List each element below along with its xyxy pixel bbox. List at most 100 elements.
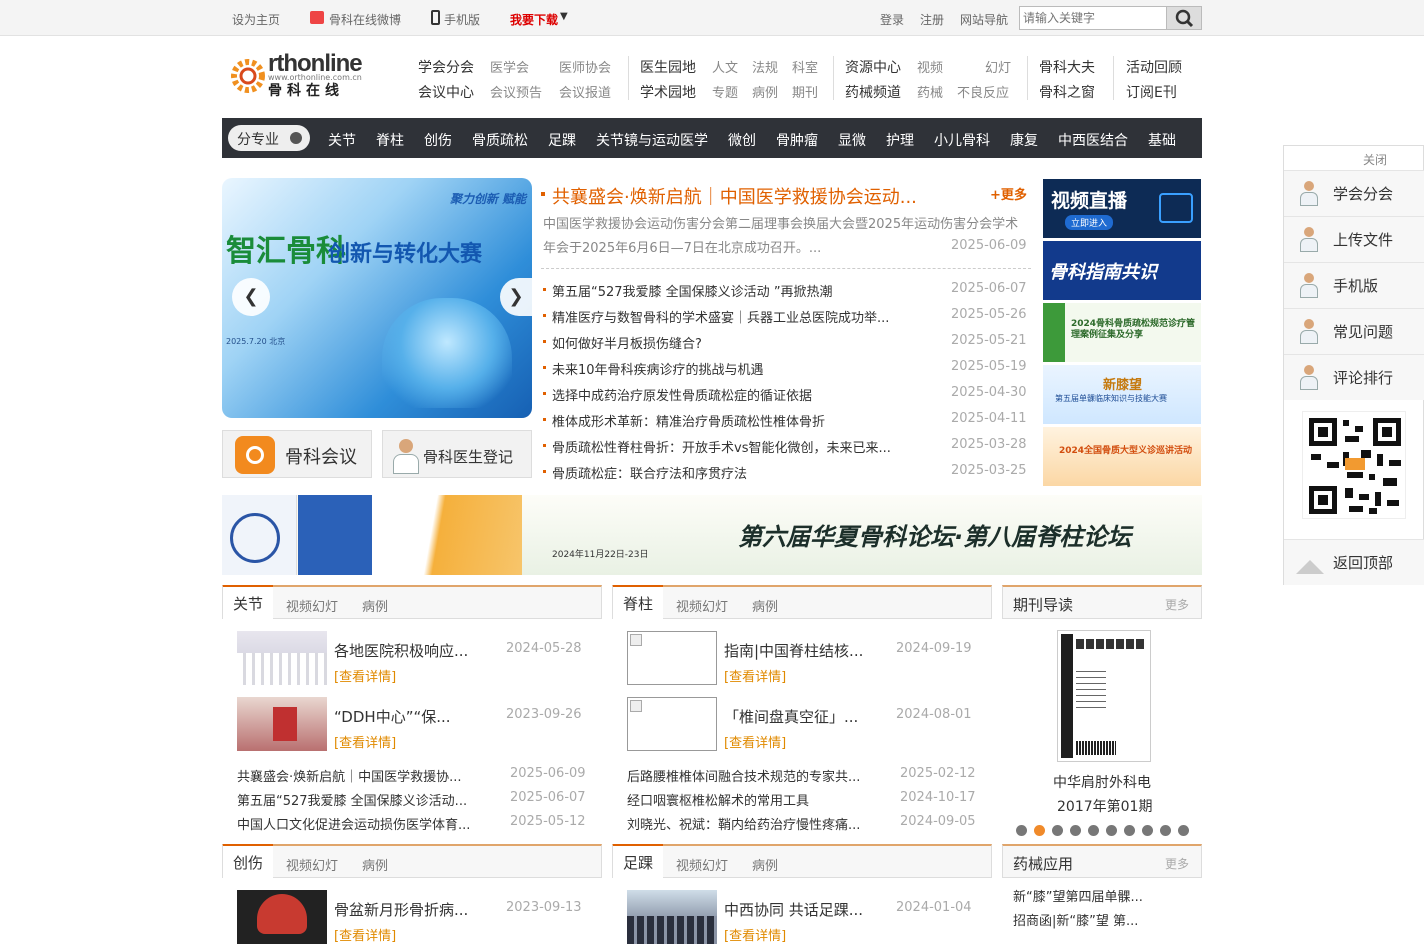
category-item[interactable]: 中西医结合 bbox=[1058, 130, 1128, 150]
spine-feature-title[interactable]: 「椎间盘真空征」... bbox=[724, 706, 858, 727]
view-details-link[interactable]: [查看详情] bbox=[334, 732, 396, 751]
category-item[interactable]: 基础 bbox=[1148, 130, 1176, 150]
news-item[interactable]: 未来10年骨科疾病诊疗的挑战与机遇 bbox=[543, 359, 764, 378]
category-item[interactable]: 小儿骨科 bbox=[934, 130, 990, 150]
pagination-dot[interactable] bbox=[1106, 825, 1117, 836]
trauma-feature-image[interactable] bbox=[237, 890, 327, 944]
nav-conf-preview[interactable]: 会议预告 bbox=[490, 82, 542, 101]
category-item[interactable]: 微创 bbox=[728, 130, 756, 150]
nav-devices[interactable]: 药械 bbox=[917, 82, 943, 101]
news-item[interactable]: 如何做好半月板损伤缝合? bbox=[543, 333, 702, 352]
category-item[interactable]: 脊柱 bbox=[376, 130, 404, 150]
joint-feature-title[interactable]: “DDH中心”“保... bbox=[334, 706, 451, 727]
joint-feature-image[interactable] bbox=[237, 697, 327, 751]
pagination-dot[interactable] bbox=[1016, 825, 1027, 836]
news-item[interactable]: 选择中成药治疗原发性骨质疏松症的循证依据 bbox=[542, 385, 812, 404]
tab-spine-cases[interactable]: 病例 bbox=[752, 596, 778, 615]
category-item[interactable]: 关节镜与运动医学 bbox=[596, 130, 708, 150]
device-list-item[interactable]: 招商函|新“膝”望 第... bbox=[1013, 910, 1138, 929]
video-live-ad[interactable]: 视频直播 立即进入 bbox=[1043, 179, 1201, 238]
journal-cover[interactable] bbox=[1057, 630, 1151, 762]
sidebar-item-upload[interactable]: 上传文件 bbox=[1284, 216, 1424, 262]
clinic-tour-ad[interactable]: 2024全国骨质大型义诊巡讲活动 bbox=[1043, 427, 1201, 486]
specialty-dropdown[interactable]: 分专业 bbox=[228, 125, 310, 151]
tab-foot-video[interactable]: 视频幻灯 bbox=[676, 855, 728, 874]
video-live-button[interactable]: 立即进入 bbox=[1065, 215, 1114, 230]
news-item[interactable]: 第五届“527我爱膝 全国保膝义诊活动 ”再掀热潮 bbox=[543, 281, 833, 300]
pagination-dot[interactable] bbox=[1160, 825, 1171, 836]
nav-cases[interactable]: 病例 bbox=[752, 82, 778, 101]
tab-foot-cases[interactable]: 病例 bbox=[752, 855, 778, 874]
download-link[interactable]: 我要下载 bbox=[510, 11, 558, 28]
carousel-next-button[interactable]: ❯ bbox=[500, 278, 532, 316]
set-homepage-link[interactable]: 设为主页 bbox=[232, 11, 280, 28]
ortho-conference-button[interactable]: 骨科会议 bbox=[222, 430, 372, 478]
joint-list-item[interactable]: 第五届“527我爱膝 全国保膝义诊活动... bbox=[237, 790, 467, 809]
mobile-link[interactable]: 手机版 bbox=[444, 11, 480, 28]
headline-title[interactable]: 共襄盛会·焕新启航｜中国医学救援协会运动... bbox=[552, 183, 917, 209]
category-item[interactable]: 显微 bbox=[838, 130, 866, 150]
nav-journals[interactable]: 期刊 bbox=[792, 82, 818, 101]
pagination-dot[interactable] bbox=[1070, 825, 1081, 836]
tab-trauma-cases[interactable]: 病例 bbox=[362, 855, 388, 874]
news-item[interactable]: 精准医疗与数智骨科的学术盛宴｜兵器工业总医院成功举... bbox=[542, 307, 889, 326]
sidebar-item-society[interactable]: 学会分会 bbox=[1284, 170, 1424, 216]
nav-department[interactable]: 科室 bbox=[792, 57, 818, 76]
nav-adverse-reactions[interactable]: 不良反应 bbox=[957, 82, 1009, 101]
nav-society[interactable]: 学会分会 bbox=[418, 57, 474, 77]
sidebar-item-faq[interactable]: 常见问题 bbox=[1284, 308, 1424, 354]
news-item[interactable]: 骨质疏松症：联合疗法和序贯疗法 bbox=[542, 463, 747, 482]
nav-ortho-window[interactable]: 骨科之窗 bbox=[1039, 82, 1095, 102]
unicondylar-contest-ad[interactable]: 新膝望 第五届单髁临床知识与技能大赛 bbox=[1043, 365, 1201, 424]
spine-list-item[interactable]: 刘晓光、祝斌：鞘内给药治疗慢性疼痛... bbox=[627, 814, 860, 833]
category-item[interactable]: 关节 bbox=[328, 130, 356, 150]
spine-feature-title[interactable]: 指南|中国脊柱结核... bbox=[724, 640, 863, 661]
category-item[interactable]: 骨质疏松 bbox=[472, 130, 528, 150]
view-details-link[interactable]: [查看详情] bbox=[334, 666, 396, 685]
sidebar-item-comments[interactable]: 评论排行 bbox=[1284, 354, 1424, 400]
nav-event-review[interactable]: 活动回顾 bbox=[1126, 57, 1182, 77]
pagination-dot[interactable] bbox=[1142, 825, 1153, 836]
register-link[interactable]: 注册 bbox=[920, 11, 944, 28]
view-details-link[interactable]: [查看详情] bbox=[334, 925, 396, 944]
category-item[interactable]: 护理 bbox=[886, 130, 914, 150]
joint-feature-title[interactable]: 各地医院积极响应... bbox=[334, 640, 468, 661]
view-details-link[interactable]: [查看详情] bbox=[724, 925, 786, 944]
journal-more-link[interactable]: 更多 bbox=[1165, 596, 1189, 613]
pagination-dot[interactable] bbox=[1178, 825, 1189, 836]
featured-carousel[interactable]: 聚力创新 赋能 智汇骨科 创新与转化大赛 2025.7.20 北京 ❮ ❯ bbox=[222, 178, 532, 418]
category-item[interactable]: 创伤 bbox=[424, 130, 452, 150]
foot-feature-image[interactable] bbox=[627, 890, 717, 944]
joint-list-item[interactable]: 中国人口文化促进会运动损伤医学体育... bbox=[237, 814, 470, 833]
search-input[interactable] bbox=[1020, 7, 1165, 29]
trauma-feature-title[interactable]: 骨盆新月形骨折病... bbox=[334, 899, 468, 920]
tab-spine-video[interactable]: 视频幻灯 bbox=[676, 596, 728, 615]
pagination-dot[interactable] bbox=[1034, 825, 1045, 836]
spine-list-item[interactable]: 后路腰椎椎体间融合技术规范的专家共... bbox=[627, 766, 860, 785]
tab-foot-ankle[interactable]: 足踝 bbox=[613, 844, 664, 878]
device-list-item[interactable]: 新“膝”望第四届单髁... bbox=[1013, 886, 1143, 905]
doctor-register-button[interactable]: 骨科医生登记 bbox=[382, 430, 532, 478]
tab-joint-cases[interactable]: 病例 bbox=[362, 596, 388, 615]
more-news-link[interactable]: +更多 bbox=[990, 184, 1027, 203]
news-item[interactable]: 骨质疏松性脊柱骨折：开放手术vs智能化微创，未来已来... bbox=[543, 437, 891, 456]
tab-joint-video[interactable]: 视频幻灯 bbox=[286, 596, 338, 615]
news-item[interactable]: 椎体成形术革新：精准治疗骨质疏松性椎体骨折 bbox=[542, 411, 825, 430]
category-item[interactable]: 足踝 bbox=[548, 130, 576, 150]
forum-banner[interactable]: 第六届华夏骨科论坛·第八届脊柱论坛 2024年11月22日-23日 bbox=[222, 495, 1202, 575]
weibo-link[interactable]: 骨科在线微博 bbox=[329, 11, 401, 28]
category-item[interactable]: 骨肿瘤 bbox=[776, 130, 818, 150]
journal-name[interactable]: 中华肩肘外科电 bbox=[1053, 772, 1151, 792]
joint-list-item[interactable]: 共襄盛会·焕新启航｜中国医学救援协... bbox=[237, 766, 462, 785]
site-logo[interactable]: rthonline www.orthonline.com.cn 骨科在线 bbox=[230, 50, 363, 100]
nav-academic-garden[interactable]: 学术园地 bbox=[640, 82, 696, 102]
tab-trauma-video[interactable]: 视频幻灯 bbox=[286, 855, 338, 874]
nav-ortho-doctor[interactable]: 骨科大夫 bbox=[1039, 57, 1095, 77]
nav-humanities[interactable]: 人文 bbox=[712, 57, 738, 76]
pagination-dot[interactable] bbox=[1088, 825, 1099, 836]
nav-subscribe-ejournal[interactable]: 订阅E刊 bbox=[1126, 82, 1177, 102]
nav-topics[interactable]: 专题 bbox=[712, 82, 738, 101]
category-item[interactable]: 康复 bbox=[1010, 130, 1038, 150]
devices-more-link[interactable]: 更多 bbox=[1165, 855, 1189, 872]
nav-video[interactable]: 视频 bbox=[917, 57, 943, 76]
